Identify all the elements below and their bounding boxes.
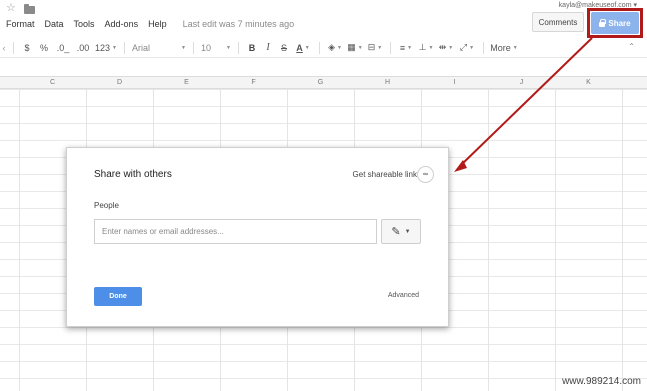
- column-header-c[interactable]: C: [19, 79, 86, 86]
- done-button[interactable]: Done: [94, 287, 142, 306]
- watermark: www.989214.com: [562, 376, 641, 387]
- paint-bucket-icon: ◈: [328, 42, 335, 52]
- chevron-down-icon: ▼: [357, 44, 363, 51]
- title-bar: ☆ Format Data Tools Add-ons Help Last ed…: [0, 0, 647, 38]
- text-color-button[interactable]: A ▼: [292, 40, 314, 56]
- share-button[interactable]: Share: [591, 12, 639, 34]
- column-header-g[interactable]: G: [287, 79, 354, 86]
- text-rotate-button[interactable]: ⤢ ▼: [456, 40, 478, 56]
- people-input[interactable]: Enter names or email addresses...: [94, 219, 377, 244]
- toolbar-divider: [238, 41, 239, 54]
- menu-help[interactable]: Help: [148, 19, 167, 29]
- merge-icon: ⊟: [367, 42, 376, 52]
- toolbar-divider: [193, 41, 194, 54]
- folder-icon[interactable]: [23, 3, 35, 14]
- more-button[interactable]: More ▼: [489, 40, 519, 56]
- font-family-label: Arial: [132, 42, 151, 53]
- decrease-decimal-button[interactable]: .0_: [53, 40, 73, 56]
- lock-icon: [599, 18, 607, 27]
- toolbar: ‹ $ % .0_ .00 123 ▼ Arial ▼ 10 ▼ B I S A ▼ ◈…: [0, 38, 647, 58]
- column-header-j[interactable]: J: [488, 79, 555, 86]
- horizontal-align-button[interactable]: ≡ ▼: [396, 40, 416, 56]
- column-header-i[interactable]: I: [421, 79, 488, 86]
- number-format-dropdown[interactable]: 123 ▼: [93, 40, 119, 56]
- share-dialog: Share with others Get shareable link ∞ P…: [66, 147, 449, 327]
- toolbar-divider: [483, 41, 484, 54]
- text-color-icon: A: [296, 42, 303, 53]
- toolbar-divider: [319, 41, 320, 54]
- menu-data[interactable]: Data: [45, 19, 64, 29]
- get-shareable-link[interactable]: Get shareable link: [353, 170, 417, 179]
- wrap-icon: ⇹: [438, 42, 447, 52]
- link-icon[interactable]: ∞: [417, 166, 434, 183]
- rotate-icon: ⤢: [459, 42, 468, 52]
- advanced-link[interactable]: Advanced: [388, 292, 419, 299]
- column-header-row: C D E F G H I J K: [0, 76, 647, 89]
- share-button-label: Share: [608, 18, 631, 28]
- menu-bar: Format Data Tools Add-ons Help Last edit…: [6, 19, 294, 29]
- doc-icons: ☆: [6, 3, 35, 14]
- toolbar-divider: [124, 41, 125, 54]
- pencil-icon: ✎: [391, 226, 401, 238]
- chevron-down-icon: ▼: [181, 44, 186, 51]
- collapse-toolbar-icon[interactable]: ⌃: [628, 42, 635, 51]
- more-label: More: [490, 42, 511, 53]
- borders-button[interactable]: ▦ ▼: [345, 40, 365, 56]
- align-bottom-icon: ⊥: [418, 42, 427, 52]
- column-header-d[interactable]: D: [86, 79, 153, 86]
- collapse-left-icon[interactable]: ‹: [0, 40, 8, 56]
- chevron-down-icon: ▼: [448, 44, 454, 51]
- vertical-align-button[interactable]: ⊥ ▼: [416, 40, 436, 56]
- increase-decimal-button[interactable]: .00: [73, 40, 93, 56]
- font-size-label: 10: [201, 42, 212, 53]
- people-label: People: [94, 201, 119, 210]
- menu-tools[interactable]: Tools: [74, 19, 95, 29]
- toolbar-divider: [390, 41, 391, 54]
- percent-format-button[interactable]: %: [35, 40, 53, 56]
- strikethrough-button[interactable]: S: [276, 40, 292, 56]
- chevron-down-icon: ▼: [428, 44, 434, 51]
- last-edit-status[interactable]: Last edit was 7 minutes ago: [183, 19, 295, 29]
- merge-cells-button[interactable]: ⊟ ▼: [365, 40, 385, 56]
- align-left-icon: ≡: [399, 42, 406, 53]
- borders-icon: ▦: [347, 42, 356, 52]
- chevron-down-icon: ▼: [407, 44, 413, 51]
- toolbar-divider: [13, 41, 14, 54]
- dialog-title: Share with others: [94, 169, 172, 180]
- italic-button[interactable]: I: [260, 40, 276, 56]
- column-header-f[interactable]: F: [220, 79, 287, 86]
- permission-dropdown[interactable]: ✎ ▼: [381, 219, 421, 244]
- chevron-down-icon: ▼: [304, 44, 310, 51]
- star-icon[interactable]: ☆: [6, 3, 16, 14]
- chevron-down-icon: ▼: [226, 44, 231, 51]
- chevron-down-icon: ▼: [469, 44, 475, 51]
- chevron-down-icon: ▼: [404, 228, 411, 235]
- fill-color-button[interactable]: ◈ ▼: [325, 40, 345, 56]
- menu-format[interactable]: Format: [6, 19, 35, 29]
- chevron-down-icon: ▼: [512, 44, 518, 51]
- menu-add-ons[interactable]: Add-ons: [105, 19, 139, 29]
- column-header-e[interactable]: E: [153, 79, 220, 86]
- currency-format-button[interactable]: $: [19, 40, 35, 56]
- number-format-label: 123: [95, 42, 111, 53]
- column-header-h[interactable]: H: [354, 79, 421, 86]
- column-header-k[interactable]: K: [555, 79, 622, 86]
- font-size-dropdown[interactable]: 10 ▼: [199, 40, 233, 56]
- chevron-down-icon: ▼: [112, 44, 117, 51]
- bold-button[interactable]: B: [244, 40, 260, 56]
- comments-button[interactable]: Comments: [532, 12, 584, 32]
- chevron-down-icon: ▼: [377, 44, 383, 51]
- text-wrap-button[interactable]: ⇹ ▼: [436, 40, 456, 56]
- font-family-dropdown[interactable]: Arial ▼: [130, 40, 188, 56]
- chevron-down-icon: ▼: [336, 44, 342, 51]
